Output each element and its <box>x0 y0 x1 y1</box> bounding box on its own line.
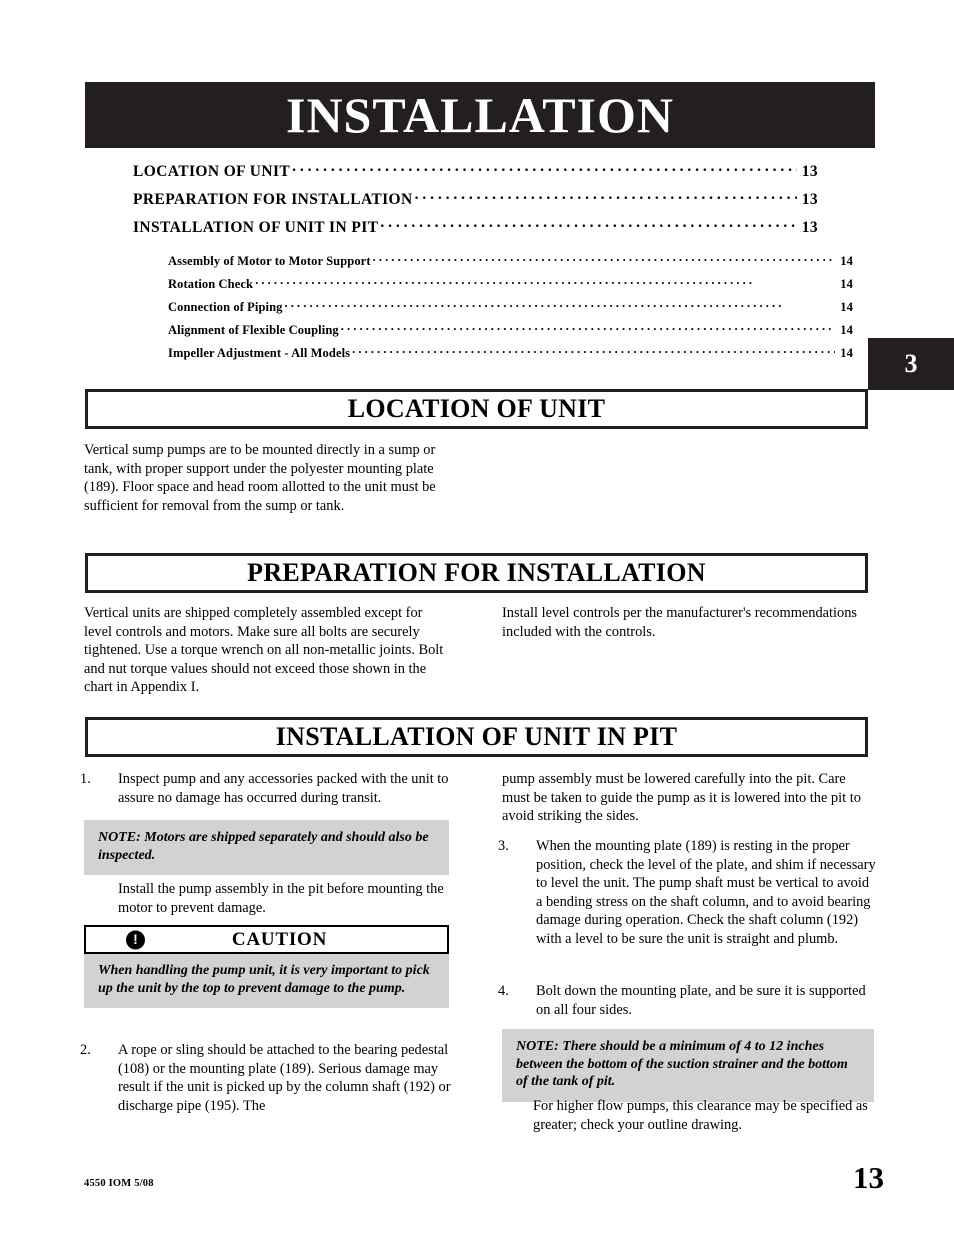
toc-dot-leader <box>415 188 797 204</box>
section-header-preparation-for-installation: PREPARATION FOR INSTALLATION <box>85 553 868 593</box>
document-page: INSTALLATION LOCATION OF UNIT 13 PREPARA… <box>0 0 954 1235</box>
toc-dot-leader <box>352 344 835 357</box>
note-box-minimum-clearance: NOTE: There should be a minimum of 4 to … <box>502 1029 874 1102</box>
paragraph: Install level controls per the manufactu… <box>502 605 858 640</box>
list-item-text: A rope or sling should be attached to th… <box>118 1042 451 1114</box>
toc-entry-page: 14 <box>840 299 853 314</box>
toc-dot-leader <box>341 321 836 334</box>
toc-entry-label: INSTALLATION OF UNIT IN PIT <box>133 218 379 236</box>
chapter-number-tab: 3 <box>868 338 954 390</box>
toc-entry-location-of-unit[interactable]: LOCATION OF UNIT 13 <box>133 160 818 188</box>
toc-entry-alignment-of-flexible-coupling[interactable]: Alignment of Flexible Coupling 14 <box>133 321 853 344</box>
toc-entry-assembly-of-motor-to-motor-support[interactable]: Assembly of Motor to Motor Support 14 <box>133 252 853 275</box>
section-header-installation-of-unit-in-pit: INSTALLATION OF UNIT IN PIT <box>85 717 868 757</box>
list-item-text: Inspect pump and any accessories packed … <box>118 771 449 806</box>
list-item-4: 4. Bolt down the mounting plate, and be … <box>498 982 878 1019</box>
toc-dot-leader <box>373 252 836 265</box>
higher-flow-clearance-paragraph: For higher flow pumps, this clearance ma… <box>533 1098 868 1133</box>
chapter-title: INSTALLATION <box>285 87 675 143</box>
footer-document-id: 4550 IOM 5/08 <box>84 1178 154 1189</box>
toc-entry-label: Connection of Piping <box>168 299 283 314</box>
toc-dot-leader <box>255 275 835 288</box>
paragraph: Vertical sump pumps are to be mounted di… <box>84 442 436 514</box>
list-item-text: Bolt down the mounting plate, and be sur… <box>536 983 866 1018</box>
toc-dot-leader <box>380 216 796 232</box>
list-item-text: When the mounting plate (189) is resting… <box>536 838 876 947</box>
toc-entry-page: 14 <box>840 253 853 268</box>
section-header-location-of-unit: LOCATION OF UNIT <box>85 389 868 429</box>
table-of-contents: LOCATION OF UNIT 13 PREPARATION FOR INST… <box>133 160 853 367</box>
toc-entry-label: Alignment of Flexible Coupling <box>168 322 339 337</box>
location-of-unit-body: Vertical sump pumps are to be mounted di… <box>84 441 454 515</box>
section-heading: LOCATION OF UNIT <box>347 394 606 423</box>
toc-entry-preparation-for-installation[interactable]: PREPARATION FOR INSTALLATION 13 <box>133 188 818 216</box>
preparation-body-left-column: Vertical units are shipped completely as… <box>84 604 446 697</box>
chapter-banner: INSTALLATION <box>85 82 875 148</box>
footer-page-number: 13 <box>853 1160 884 1195</box>
toc-entry-page: 14 <box>840 345 853 360</box>
toc-entry-label: PREPARATION FOR INSTALLATION <box>133 190 413 208</box>
toc-entry-label: Rotation Check <box>168 276 254 291</box>
section-heading: PREPARATION FOR INSTALLATION <box>247 558 706 587</box>
paragraph: Vertical units are shipped completely as… <box>84 605 444 696</box>
toc-entry-page: 13 <box>801 162 818 180</box>
list-item-2-continuation: pump assembly must be lowered carefully … <box>502 771 861 825</box>
list-item-3: 3. When the mounting plate (189) is rest… <box>498 837 878 949</box>
list-item-number: 3. <box>498 838 509 854</box>
toc-entry-page: 13 <box>801 218 818 236</box>
toc-spacer <box>133 244 818 252</box>
exclamation-glyph: ! <box>133 931 138 947</box>
caution-box: ! CAUTION When handling the pump unit, i… <box>84 925 449 1008</box>
list-item-number: 1. <box>80 771 91 787</box>
toc-entry-impeller-adjustment-all-models[interactable]: Impeller Adjustment - All Models 14 <box>133 344 853 367</box>
list-item-number: 2. <box>80 1042 91 1058</box>
toc-entry-connection-of-piping[interactable]: Connection of Piping 14 <box>133 298 853 321</box>
note-box-motors-shipped-separately: NOTE: Motors are shipped separately and … <box>84 820 449 875</box>
toc-entry-label: Assembly of Motor to Motor Support <box>168 253 371 268</box>
list-item-1: 1. Inspect pump and any accessories pack… <box>80 770 460 807</box>
caution-header: ! CAUTION <box>84 925 449 954</box>
chapter-number: 3 <box>904 349 918 378</box>
section-heading: INSTALLATION OF UNIT IN PIT <box>275 722 678 751</box>
caution-body-text: When handling the pump unit, it is very … <box>84 954 449 1008</box>
exclamation-circle-icon: ! <box>126 930 145 949</box>
list-item-2: 2. A rope or sling should be attached to… <box>80 1041 460 1115</box>
toc-entry-rotation-check[interactable]: Rotation Check 14 <box>133 275 853 298</box>
install-pump-before-motor-paragraph: Install the pump assembly in the pit bef… <box>118 881 444 916</box>
toc-dot-leader <box>292 160 797 176</box>
toc-entry-installation-of-unit-in-pit[interactable]: INSTALLATION OF UNIT IN PIT 13 <box>133 216 818 244</box>
toc-dot-leader <box>285 298 836 311</box>
list-item-number: 4. <box>498 983 509 999</box>
preparation-body-right-column: Install level controls per the manufactu… <box>502 604 864 641</box>
toc-entry-page: 14 <box>840 276 853 291</box>
toc-entry-label: LOCATION OF UNIT <box>133 162 291 180</box>
toc-entry-page: 14 <box>840 322 853 337</box>
toc-entry-page: 13 <box>801 190 818 208</box>
toc-entry-label: Impeller Adjustment - All Models <box>168 345 351 360</box>
